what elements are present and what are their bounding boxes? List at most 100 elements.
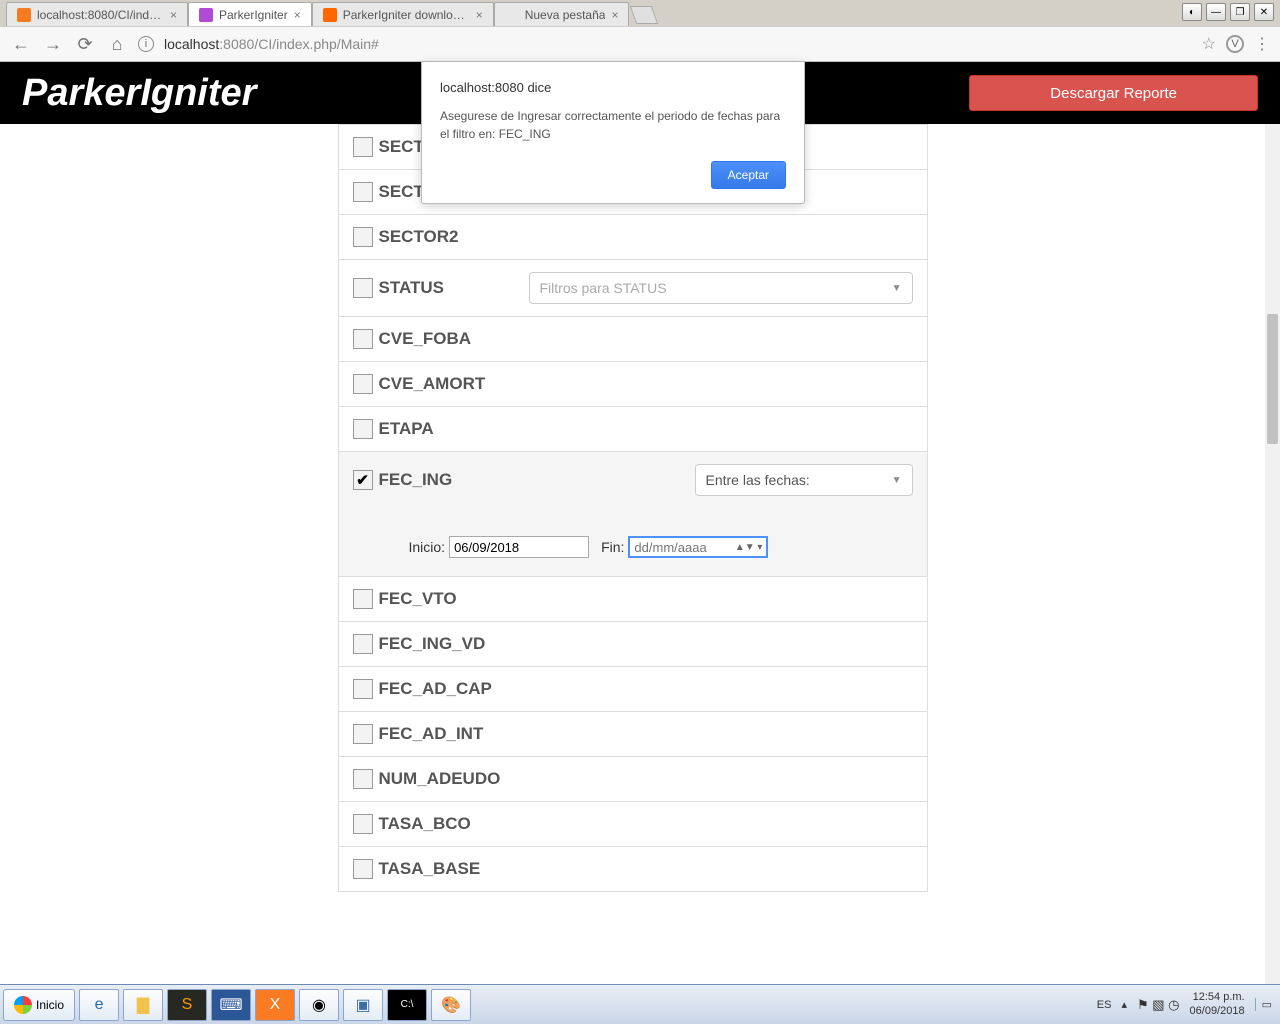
filter-row: FEC_INGEntre las fechas:▼Inicio:Fin:▲▼ ▾	[339, 451, 927, 576]
chevron-down-icon: ▼	[892, 475, 902, 486]
filter-row: FEC_VTO	[339, 576, 927, 621]
filter-row: FEC_AD_INT	[339, 711, 927, 756]
favicon	[199, 8, 213, 22]
maximize-button[interactable]: ❐	[1230, 3, 1250, 21]
status-dropdown[interactable]: Filtros para STATUS▼	[529, 272, 913, 304]
close-icon[interactable]: ×	[294, 8, 301, 22]
checkbox[interactable]	[353, 374, 373, 394]
favicon	[17, 8, 31, 22]
filter-row: SECTOR2	[339, 214, 927, 259]
minimize-button[interactable]: —	[1206, 3, 1226, 21]
address-bar[interactable]: localhost:8080/CI/index.php/Main#	[164, 30, 1192, 58]
reload-button[interactable]: ⟳	[74, 34, 96, 55]
checkbox[interactable]	[353, 329, 373, 349]
url-host: localhost	[164, 36, 219, 52]
taskbar-cmd[interactable]: C:\	[387, 989, 427, 1021]
bookmark-icon[interactable]: ☆	[1202, 34, 1216, 54]
scrollbar[interactable]	[1265, 124, 1280, 984]
browser-tab[interactable]: ParkerIgniter download | S ×	[312, 2, 494, 26]
windows-taskbar: Inicio e ▇ S ⌨ X ◉ ▣ C:\ 🎨 ES ▴ ⚑ ▧ ◷ 12…	[0, 984, 1280, 1024]
checkbox[interactable]	[353, 419, 373, 439]
tray-icons[interactable]: ⚑ ▧ ◷	[1137, 997, 1180, 1013]
dialog-accept-button[interactable]: Aceptar	[711, 161, 786, 189]
filter-row: FEC_ING_VD	[339, 621, 927, 666]
taskbar-xampp[interactable]: X	[255, 989, 295, 1021]
checkbox[interactable]	[353, 814, 373, 834]
checkbox[interactable]	[353, 182, 373, 202]
tab-title: ParkerIgniter	[219, 8, 288, 22]
home-button[interactable]: ⌂	[106, 34, 128, 55]
clock-time: 12:54 p.m.	[1190, 991, 1245, 1004]
js-alert-dialog: localhost:8080 dice Asegurese de Ingresa…	[421, 62, 805, 204]
download-report-button[interactable]: Descargar Reporte	[969, 75, 1258, 111]
taskbar-chrome[interactable]: ◉	[299, 989, 339, 1021]
browser-tab[interactable]: ParkerIgniter ×	[188, 2, 312, 26]
browser-tabbar: localhost:8080/CI/index.ph × ParkerIgnit…	[0, 0, 1280, 26]
checkbox[interactable]	[353, 227, 373, 247]
show-desktop[interactable]: ▭	[1255, 998, 1272, 1011]
tray-expand-icon[interactable]: ▴	[1121, 998, 1127, 1011]
checkbox[interactable]	[353, 137, 373, 157]
scroll-area: SECTORSECTOR1SECTOR2STATUSFiltros para S…	[0, 124, 1265, 984]
info-icon[interactable]: i	[138, 36, 154, 52]
browser-tab[interactable]: Nueva pestaña ×	[494, 2, 630, 26]
filter-row: CVE_AMORT	[339, 361, 927, 406]
taskbar-explorer[interactable]: ▇	[123, 989, 163, 1021]
taskbar-paint[interactable]: 🎨	[431, 989, 471, 1021]
url-port: :8080	[219, 36, 254, 52]
chevron-down-icon: ▼	[892, 283, 902, 294]
checkbox[interactable]	[353, 769, 373, 789]
close-icon[interactable]: ×	[476, 8, 483, 22]
filter-row: TASA_BASE	[339, 846, 927, 891]
extension-icon[interactable]: V	[1226, 35, 1244, 53]
checkbox[interactable]	[353, 470, 373, 490]
back-button[interactable]: ←	[10, 34, 32, 55]
dialog-title: localhost:8080 dice	[440, 80, 786, 95]
scrollbar-thumb[interactable]	[1267, 314, 1278, 444]
filter-label: NUM_ADEUDO	[379, 769, 501, 789]
close-icon[interactable]: ×	[611, 8, 618, 22]
tab-title: localhost:8080/CI/index.ph	[37, 8, 164, 22]
inicio-date-input[interactable]	[449, 536, 589, 558]
taskbar-sublime[interactable]: S	[167, 989, 207, 1021]
filter-row: CVE_FOBA	[339, 316, 927, 361]
forward-button[interactable]: →	[42, 34, 64, 55]
filter-row: NUM_ADEUDO	[339, 756, 927, 801]
checkbox[interactable]	[353, 589, 373, 609]
new-tab-button[interactable]	[630, 6, 659, 24]
browser-tab[interactable]: localhost:8080/CI/index.ph ×	[6, 2, 188, 26]
filter-label: TASA_BCO	[379, 814, 471, 834]
close-button[interactable]: ✕	[1254, 3, 1274, 21]
user-icon[interactable]: ◐	[1182, 3, 1202, 21]
dropdown-value: Entre las fechas:	[706, 472, 810, 488]
filter-label: FEC_ING	[379, 470, 453, 490]
filter-label: STATUS	[379, 278, 444, 298]
menu-icon[interactable]: ⋮	[1254, 34, 1270, 54]
filter-label: CVE_AMORT	[379, 374, 486, 394]
clock[interactable]: 12:54 p.m. 06/09/2018	[1190, 991, 1245, 1017]
date-mode-dropdown[interactable]: Entre las fechas: ▼	[695, 464, 913, 496]
checkbox[interactable]	[353, 859, 373, 879]
checkbox[interactable]	[353, 724, 373, 744]
filter-label: TASA_BASE	[379, 859, 481, 879]
windows-icon	[14, 996, 32, 1014]
filter-row: TASA_BCO	[339, 801, 927, 846]
taskbar-putty[interactable]: ⌨	[211, 989, 251, 1021]
filter-label: SECTOR2	[379, 227, 459, 247]
window-controls: ◐ — ❐ ✕	[1182, 3, 1274, 21]
tab-title: ParkerIgniter download | S	[343, 8, 470, 22]
filter-row: FEC_AD_CAP	[339, 666, 927, 711]
date-spinner[interactable]: ▲▼ ▾	[735, 542, 763, 553]
tab-title: Nueva pestaña	[525, 8, 606, 22]
filter-label: FEC_AD_INT	[379, 724, 484, 744]
start-button[interactable]: Inicio	[3, 989, 75, 1021]
checkbox[interactable]	[353, 634, 373, 654]
taskbar-app[interactable]: ▣	[343, 989, 383, 1021]
filter-label: CVE_FOBA	[379, 329, 472, 349]
language-indicator[interactable]: ES	[1097, 999, 1112, 1011]
checkbox[interactable]	[353, 278, 373, 298]
filter-row: STATUS Filtros para STATUS▼	[339, 259, 927, 316]
taskbar-ie[interactable]: e	[79, 989, 119, 1021]
close-icon[interactable]: ×	[170, 8, 177, 22]
checkbox[interactable]	[353, 679, 373, 699]
